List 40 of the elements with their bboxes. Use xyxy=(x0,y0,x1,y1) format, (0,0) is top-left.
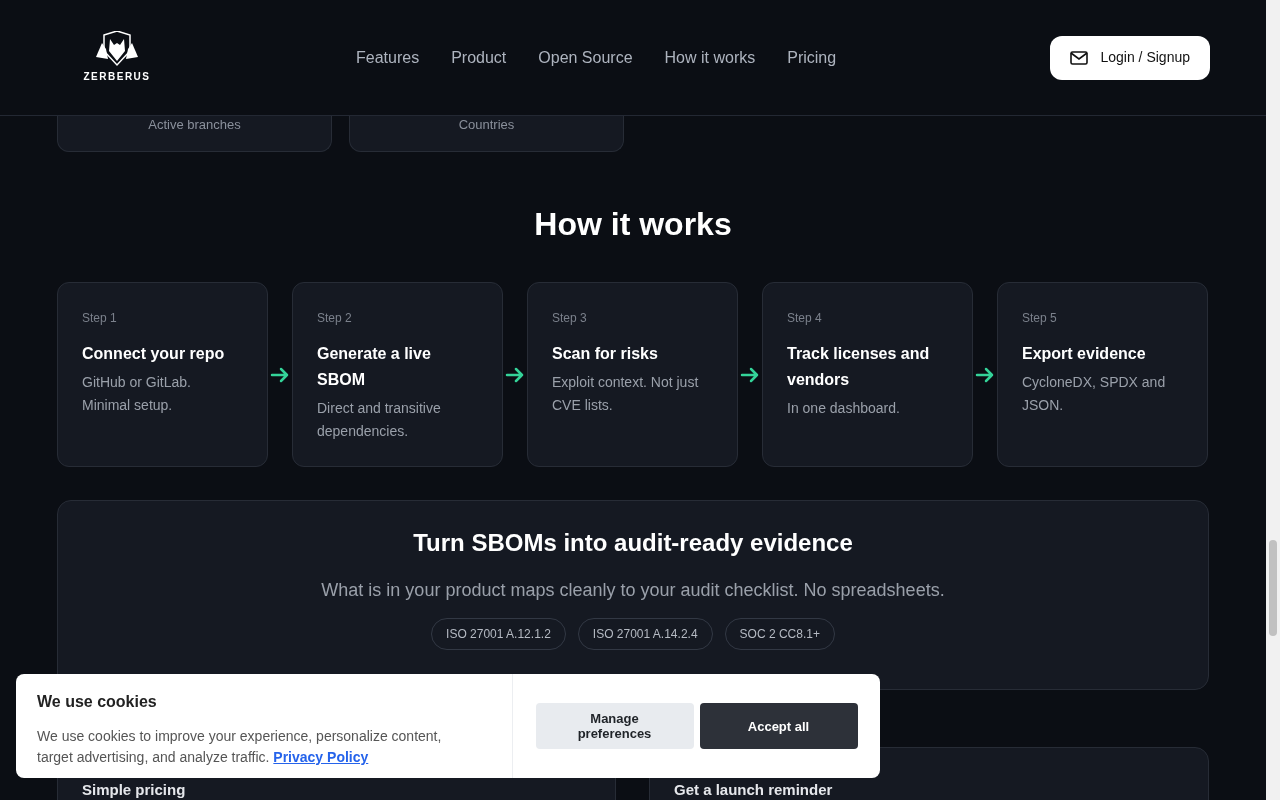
preferences-button[interactable]: Manage preferences xyxy=(535,703,694,749)
privacy-policy-link[interactable]: Privacy Policy xyxy=(273,749,369,765)
step-description: Exploit context. Not just CVE lists. xyxy=(552,373,700,415)
nav-link[interactable]: How it works xyxy=(664,45,756,70)
step-description: In one dashboard. xyxy=(787,399,901,418)
wolf-shield-icon xyxy=(94,31,140,67)
nav-link[interactable]: Product xyxy=(451,45,507,70)
nav-link[interactable]: Pricing xyxy=(787,45,837,70)
step-number: Step 3 xyxy=(552,310,588,327)
arrow-right-icon xyxy=(740,366,760,383)
accept-button[interactable]: Accept all xyxy=(699,703,858,749)
mail-icon xyxy=(1070,50,1089,65)
step-description: CycloneDX, SPDX and JSON. xyxy=(1022,373,1167,415)
card-title: Simple pricing xyxy=(82,782,187,797)
logo-text: ZERBERUS xyxy=(83,70,151,84)
nav-link[interactable]: Open Source xyxy=(538,45,633,70)
step-number: Step 1 xyxy=(82,310,118,327)
section-title: How it works xyxy=(533,208,733,240)
step-title: Track licenses and vendors xyxy=(787,344,931,390)
step-number: Step 4 xyxy=(787,310,823,327)
stat-label: Active branches xyxy=(148,118,241,134)
login-button[interactable]: Login / Signup xyxy=(1050,35,1210,80)
arrow-right-icon xyxy=(975,366,995,383)
stat-label: Countries xyxy=(458,118,515,134)
card-title: Get a launch reminder xyxy=(674,782,834,797)
cookie-text: We use cookies to improve your experience, personalize content, target advertising, and analyze traffic. Privacy Policy xyxy=(37,727,443,767)
step-title: Export evidence xyxy=(1022,344,1147,364)
nav-link[interactable]: Features xyxy=(356,45,420,70)
evidence-title: Turn SBOMs into audit-ready evidence xyxy=(413,531,853,555)
step-description: Direct and transitive dependencies. xyxy=(317,399,442,441)
step-title: Generate a live SBOM xyxy=(317,344,432,390)
cookie-title: We use cookies xyxy=(37,692,158,712)
arrow-right-icon xyxy=(505,366,525,383)
step-description: GitHub or GitLab. Minimal setup. xyxy=(82,373,192,415)
step-title: Connect your repo xyxy=(82,344,226,364)
evidence-subtitle: What is in your product maps cleanly to your audit checklist. No spreadsheets. xyxy=(321,579,945,602)
step-number: Step 2 xyxy=(317,310,353,327)
arrow-right-icon xyxy=(270,366,290,383)
step-title: Scan for risks xyxy=(552,344,659,364)
step-number: Step 5 xyxy=(1022,310,1058,327)
